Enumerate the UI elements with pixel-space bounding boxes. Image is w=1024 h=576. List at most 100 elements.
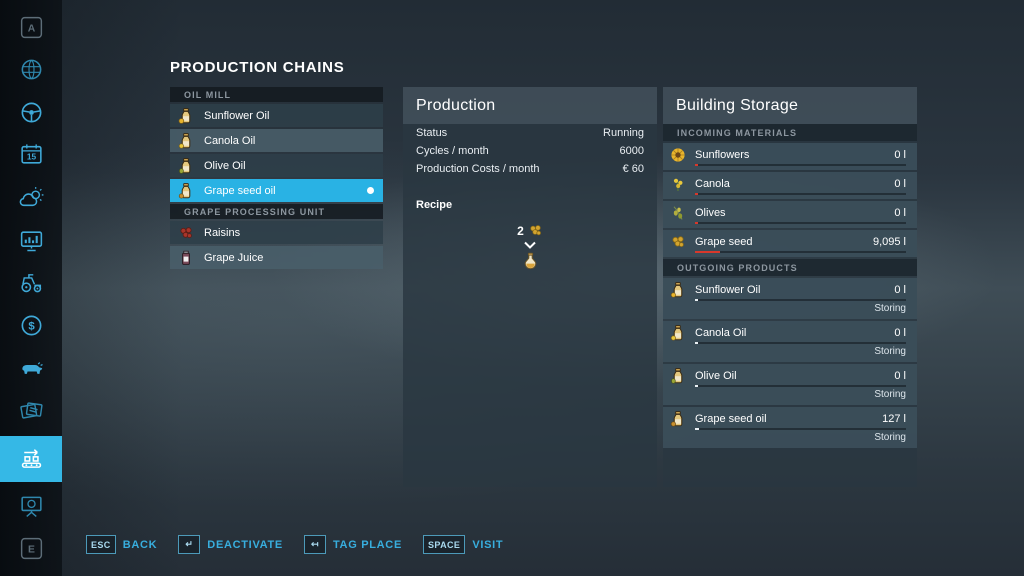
deactivate-button[interactable]: ↵ DEACTIVATE bbox=[178, 535, 283, 554]
building-storage-panel: Building Storage INCOMING MATERIALS Sunf… bbox=[663, 87, 917, 487]
calendar-icon: 15 bbox=[18, 141, 45, 168]
sidebar-item-map-overview[interactable] bbox=[0, 488, 62, 524]
fill-level-bar bbox=[695, 164, 906, 166]
costs-label: Production Costs / month bbox=[416, 163, 540, 175]
back-button[interactable]: ESC BACK bbox=[86, 535, 157, 554]
product-label: Canola Oil bbox=[695, 327, 746, 339]
material-label: Canola bbox=[695, 178, 730, 190]
material-label: Olives bbox=[695, 207, 726, 219]
product-label: Olive Oil bbox=[695, 370, 737, 382]
sidebar-item-garage[interactable] bbox=[0, 265, 62, 301]
sidebar: A 15 $ E bbox=[0, 0, 62, 576]
costs-value: € 60 bbox=[623, 163, 644, 175]
fill-level-bar bbox=[695, 251, 906, 253]
storage-row-olives: Olives 0 l bbox=[663, 201, 917, 228]
world-map-icon bbox=[18, 56, 45, 83]
chain-label: Grape Juice bbox=[204, 252, 263, 264]
cycles-value: 6000 bbox=[620, 145, 644, 157]
status-label: Status bbox=[416, 127, 447, 139]
material-amount: 0 l bbox=[894, 149, 906, 161]
status-value: Running bbox=[603, 127, 644, 139]
esc-key-icon: ESC bbox=[86, 535, 116, 554]
chain-row-grape-juice[interactable]: Grape Juice bbox=[170, 246, 383, 269]
sidebar-item-statistics[interactable] bbox=[0, 222, 62, 258]
sunflower-icon bbox=[670, 147, 686, 163]
chain-row-sunflower-oil[interactable]: Sunflower Oil bbox=[170, 104, 383, 127]
recipe-input-qty: 2 bbox=[517, 224, 524, 238]
list-section-header: OIL MILL bbox=[170, 87, 383, 102]
fill-level-bar bbox=[695, 428, 906, 430]
sidebar-item-finances[interactable]: $ bbox=[0, 308, 62, 344]
list-section-header: GRAPE PROCESSING UNIT bbox=[170, 204, 383, 219]
cycles-label: Cycles / month bbox=[416, 145, 489, 157]
material-amount: 0 l bbox=[894, 178, 906, 190]
tag-place-button[interactable]: ↤ TAG PLACE bbox=[304, 535, 402, 554]
page-title: PRODUCTION CHAINS bbox=[170, 59, 344, 76]
storage-row-canola: Canola 0 l bbox=[663, 172, 917, 199]
status-row: Status Running bbox=[403, 124, 657, 142]
storage-row-olive-oil: Olive Oil 0 l Storing bbox=[663, 364, 917, 405]
backspace-key-icon: ↤ bbox=[304, 535, 326, 554]
oil-bottle-olive-icon bbox=[178, 158, 194, 174]
chain-label: Raisins bbox=[204, 227, 240, 239]
grape-seed-icon bbox=[670, 234, 686, 250]
storage-row-canola-oil: Canola Oil 0 l Storing bbox=[663, 321, 917, 362]
sidebar-item-map[interactable] bbox=[0, 52, 62, 88]
oil-bottle-olive-icon bbox=[670, 368, 686, 384]
fill-level-bar bbox=[695, 342, 906, 344]
fill-level-bar bbox=[695, 385, 906, 387]
oil-bottle-grape-icon bbox=[178, 183, 194, 199]
oil-bottle-icon bbox=[521, 252, 540, 271]
recipe-input: 2 bbox=[517, 223, 543, 238]
chain-label: Sunflower Oil bbox=[204, 110, 269, 122]
product-label: Grape seed oil bbox=[695, 413, 767, 425]
visit-button[interactable]: SPACE VISIT bbox=[423, 535, 503, 554]
svg-text:A: A bbox=[27, 23, 35, 34]
production-chains-icon bbox=[18, 445, 45, 472]
grape-seed-icon bbox=[528, 223, 543, 238]
fill-level-bar bbox=[695, 299, 906, 301]
fill-level-bar bbox=[695, 193, 906, 195]
material-label: Sunflowers bbox=[695, 149, 749, 161]
sidebar-item-weather[interactable] bbox=[0, 180, 62, 216]
selected-indicator-dot bbox=[367, 187, 374, 194]
sidebar-item-calendar[interactable]: 15 bbox=[0, 137, 62, 173]
steering-wheel-icon bbox=[18, 99, 45, 126]
oil-bottle-grape-icon bbox=[670, 411, 686, 427]
production-panel-title: Production bbox=[403, 87, 657, 124]
space-key-icon: SPACE bbox=[423, 535, 465, 554]
chain-row-grape-seed-oil[interactable]: Grape seed oil bbox=[170, 179, 383, 202]
chain-row-canola-oil[interactable]: Canola Oil bbox=[170, 129, 383, 152]
sidebar-item-animals[interactable] bbox=[0, 350, 62, 386]
product-label: Sunflower Oil bbox=[695, 284, 760, 296]
costs-row: Production Costs / month € 60 bbox=[403, 160, 657, 178]
storage-row-grape-seed: Grape seed 9,095 l bbox=[663, 230, 917, 257]
enter-key-icon: ↵ bbox=[178, 535, 200, 554]
raisins-icon bbox=[178, 225, 194, 241]
svg-text:E: E bbox=[28, 545, 35, 556]
tractor-icon bbox=[18, 269, 45, 296]
sidebar-item-vehicles[interactable] bbox=[0, 94, 62, 130]
product-status: Storing bbox=[670, 431, 906, 445]
svg-text:$: $ bbox=[28, 321, 35, 333]
chain-row-raisins[interactable]: Raisins bbox=[170, 221, 383, 244]
fill-level-bar bbox=[695, 222, 906, 224]
storage-row-sunflowers: Sunflowers 0 l bbox=[663, 143, 917, 170]
recipe-heading: Recipe bbox=[416, 199, 644, 211]
hotkey-bar: ESC BACK ↵ DEACTIVATE ↤ TAG PLACE SPACE … bbox=[86, 535, 503, 554]
svg-text:15: 15 bbox=[26, 152, 36, 162]
storage-row-sunflower-oil: Sunflower Oil 0 l Storing bbox=[663, 278, 917, 319]
sidebar-item-contracts[interactable] bbox=[0, 393, 62, 429]
sidebar-key-hint-e: E bbox=[0, 531, 62, 567]
product-amount: 0 l bbox=[894, 370, 906, 382]
material-amount: 0 l bbox=[894, 207, 906, 219]
material-amount: 9,095 l bbox=[873, 236, 906, 248]
incoming-materials-header: INCOMING MATERIALS bbox=[663, 124, 917, 141]
oil-bottle-sunflower-icon bbox=[670, 282, 686, 298]
product-amount: 0 l bbox=[894, 327, 906, 339]
chain-row-olive-oil[interactable]: Olive Oil bbox=[170, 154, 383, 177]
material-label: Grape seed bbox=[695, 236, 752, 248]
canola-icon bbox=[670, 176, 686, 192]
olives-icon bbox=[670, 205, 686, 221]
sidebar-item-production-chains[interactable] bbox=[0, 436, 62, 482]
